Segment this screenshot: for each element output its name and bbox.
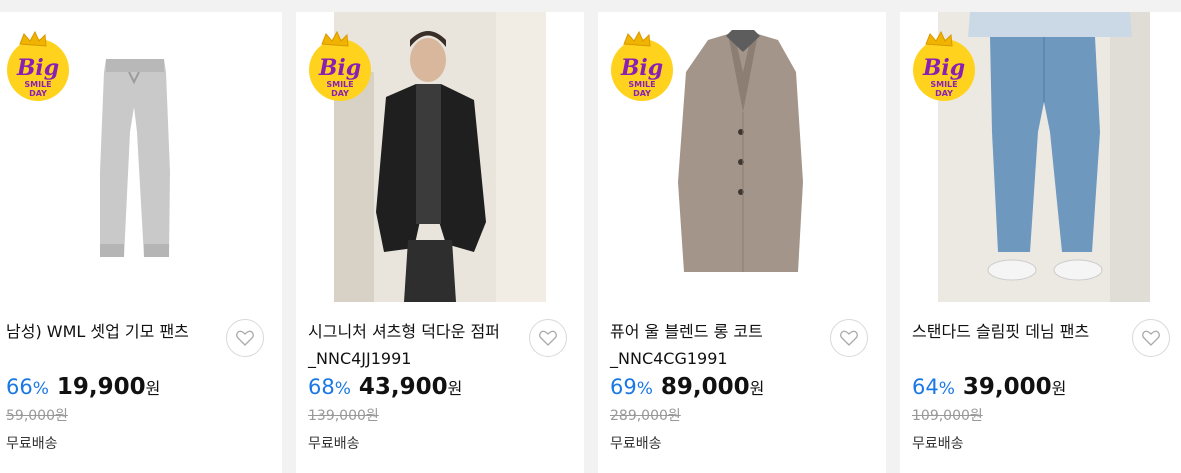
price-row: 66% 19,900원	[6, 374, 160, 400]
product-title[interactable]: 스탠다드 슬림핏 데님 팬츠	[912, 318, 1112, 345]
shipping-info: 무료배송	[308, 436, 360, 452]
big-smile-day-badge: Big SMILE DAY	[610, 31, 674, 102]
heart-icon	[1142, 330, 1160, 346]
product-image[interactable]: Big SMILE DAY	[296, 12, 584, 302]
product-card[interactable]: Big SMILE DAY 스탠다드 슬림핏 데님 팬츠 64% 39,000원 …	[900, 12, 1181, 473]
currency-unit: 원	[447, 379, 463, 398]
original-price: 59,000원	[6, 408, 68, 424]
price-row: 64% 39,000원	[912, 374, 1066, 400]
svg-text:DAY: DAY	[29, 89, 47, 98]
original-price: 109,000원	[912, 408, 983, 424]
svg-text:SMILE: SMILE	[24, 80, 51, 89]
sale-price: 19,900	[56, 374, 146, 400]
wishlist-button[interactable]	[830, 319, 868, 357]
heart-icon	[539, 330, 557, 346]
svg-text:Big: Big	[16, 55, 59, 81]
wishlist-button[interactable]	[529, 319, 567, 357]
product-title[interactable]: 남성) WML 셋업 기모 팬츠	[6, 318, 206, 345]
currency-unit: 원	[749, 379, 765, 398]
product-title[interactable]: 시그니처 셔츠형 덕다운 점퍼 _NNC4JJ1991	[308, 318, 508, 372]
sale-price: 89,000	[660, 374, 750, 400]
currency-unit: 원	[1051, 379, 1067, 398]
svg-text:Big: Big	[620, 55, 663, 81]
wishlist-button[interactable]	[226, 319, 264, 357]
heart-icon	[840, 330, 858, 346]
discount-rate: 68	[308, 375, 335, 399]
product-card[interactable]: Big SMILE DAY 남성) WML 셋업 기모 팬츠 66% 19,900…	[0, 12, 282, 473]
original-price: 139,000원	[308, 408, 379, 424]
discount-rate: 64	[912, 375, 939, 399]
product-image[interactable]: Big SMILE DAY	[0, 12, 282, 302]
svg-text:DAY: DAY	[935, 89, 953, 98]
shipping-info: 무료배송	[610, 436, 662, 452]
currency-unit: 원	[145, 379, 161, 398]
heart-icon	[236, 330, 254, 346]
svg-text:SMILE: SMILE	[930, 80, 957, 89]
discount-percent-sign: %	[636, 379, 653, 399]
svg-text:Big: Big	[922, 55, 965, 81]
price-row: 69% 89,000원	[610, 374, 764, 400]
svg-text:SMILE: SMILE	[326, 80, 353, 89]
discount-percent-sign: %	[334, 379, 351, 399]
sale-price: 39,000	[962, 374, 1052, 400]
shipping-info: 무료배송	[6, 436, 58, 452]
product-card[interactable]: Big SMILE DAY 퓨어 울 블렌드 롱 코트 _NNC4CG1991 …	[598, 12, 886, 473]
discount-rate: 66	[6, 375, 33, 399]
shipping-info: 무료배송	[912, 436, 964, 452]
discount-rate: 69	[610, 375, 637, 399]
big-smile-day-badge: Big SMILE DAY	[912, 31, 976, 102]
price-row: 68% 43,900원	[308, 374, 462, 400]
big-smile-day-badge: Big SMILE DAY	[6, 31, 70, 102]
product-title[interactable]: 퓨어 울 블렌드 롱 코트 _NNC4CG1991	[610, 318, 810, 372]
svg-text:DAY: DAY	[633, 89, 651, 98]
svg-text:DAY: DAY	[331, 89, 349, 98]
discount-percent-sign: %	[32, 379, 49, 399]
original-price: 289,000원	[610, 408, 681, 424]
product-card[interactable]: Big SMILE DAY 시그니처 셔츠형 덕다운 점퍼 _NNC4JJ199…	[296, 12, 584, 473]
svg-text:SMILE: SMILE	[628, 80, 655, 89]
product-image[interactable]: Big SMILE DAY	[900, 12, 1181, 302]
sale-price: 43,900	[358, 374, 448, 400]
wishlist-button[interactable]	[1132, 319, 1170, 357]
product-image[interactable]: Big SMILE DAY	[598, 12, 886, 302]
svg-text:Big: Big	[318, 55, 361, 81]
big-smile-day-badge: Big SMILE DAY	[308, 31, 372, 102]
discount-percent-sign: %	[938, 379, 955, 399]
